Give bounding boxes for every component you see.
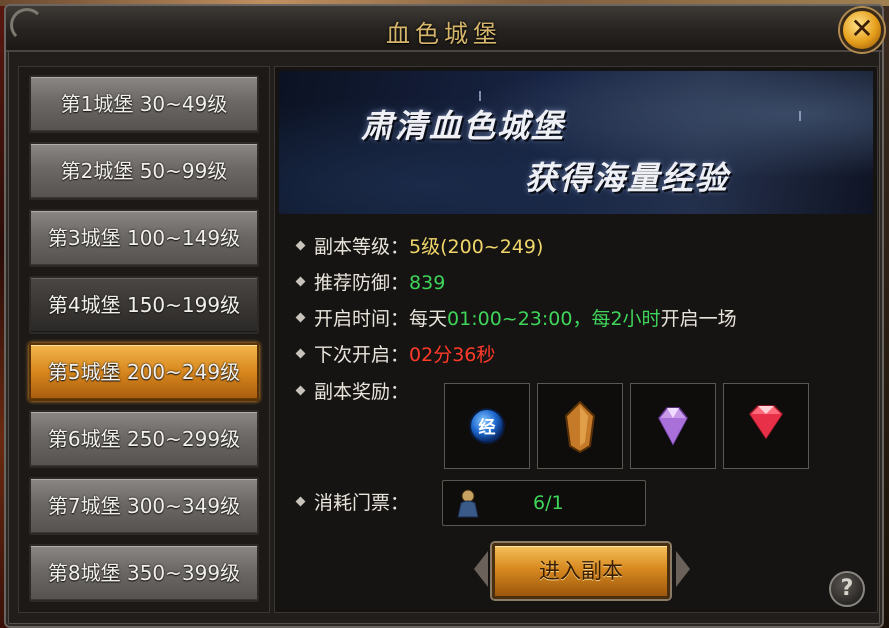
exp-orb-icon: 经 <box>469 408 505 444</box>
enter-deco-left <box>474 551 488 587</box>
open-time-interval: 每2小时 <box>591 308 661 330</box>
next-open-label: 下次开启： <box>314 344 410 366</box>
castle-tab-3[interactable]: 第3城堡 100~149级 <box>29 209 259 267</box>
ticket-cost-label: 消耗门票： <box>314 492 410 514</box>
castle-tab-8[interactable]: 第8城堡 350~399级 <box>29 544 259 602</box>
purple-gem-icon <box>658 407 688 446</box>
bullet-icon <box>295 240 306 251</box>
window-title: 血色城堡 <box>386 20 502 48</box>
castle-banner: 肃清血色城堡 获得海量经验 <box>279 71 873 214</box>
help-button[interactable]: ? <box>829 571 865 607</box>
red-gem-icon <box>749 405 783 440</box>
recommended-defense-label: 推荐防御： <box>314 272 410 294</box>
ticket-figure-icon[interactable] <box>455 488 481 518</box>
castle-tab-1[interactable]: 第1城堡 30~49级 <box>29 75 259 133</box>
ticket-cost-box: 6/1 <box>442 480 646 526</box>
amber-crystal-icon <box>564 400 596 454</box>
bullet-icon <box>295 348 306 359</box>
close-icon: ✕ <box>850 12 874 45</box>
reward-slot-2[interactable] <box>537 383 623 469</box>
recommended-defense-value: 839 <box>409 272 446 294</box>
open-time-daily: 每天 <box>409 308 448 330</box>
next-open-row: 下次开启：02分36秒 <box>295 340 496 370</box>
castle-detail-panel: 肃清血色城堡 获得海量经验 副本等级：5级(200~249) 推荐防御：839 … <box>274 66 878 613</box>
castle-tab-2[interactable]: 第2城堡 50~99级 <box>29 142 259 200</box>
banner-subline: 获得海量经验 <box>525 159 730 197</box>
castle-tab-5[interactable]: 第5城堡 200~249级 <box>29 343 259 401</box>
reward-slot-1[interactable]: 经 <box>444 383 530 469</box>
castle-tab-7[interactable]: 第7城堡 300~349级 <box>29 477 259 535</box>
bullet-icon <box>295 496 306 507</box>
open-time-range: 01:00~23:00， <box>447 308 592 330</box>
castle-window: 血色城堡 ✕ 第1城堡 30~49级 第2城堡 50~99级 第3城堡 100~… <box>4 4 884 628</box>
exp-orb-glyph: 经 <box>479 417 496 438</box>
ticket-cost-row: 消耗门票： <box>295 488 410 518</box>
dungeon-level-row: 副本等级：5级(200~249) <box>295 232 544 262</box>
open-time-label: 开启时间： <box>314 308 410 330</box>
castle-tab-6[interactable]: 第6城堡 250~299级 <box>29 410 259 468</box>
reward-slot-3[interactable] <box>630 383 716 469</box>
bullet-icon <box>295 385 306 396</box>
open-time-suffix: 开启一场 <box>660 308 737 330</box>
bullet-icon <box>295 276 306 287</box>
reward-slot-4[interactable] <box>723 383 809 469</box>
rewards-row: 副本奖励： <box>295 377 410 407</box>
enter-deco-right <box>676 551 690 587</box>
bullet-icon <box>295 312 306 323</box>
close-button[interactable]: ✕ <box>840 8 884 52</box>
rewards-label: 副本奖励： <box>314 381 410 403</box>
open-time-row: 开启时间：每天01:00~23:00，每2小时开启一场 <box>295 304 737 334</box>
banner-sparkle <box>479 91 481 101</box>
enter-dungeon-button[interactable]: 进入副本 <box>492 543 670 599</box>
dungeon-level-label: 副本等级： <box>314 236 410 258</box>
next-open-countdown: 02分36秒 <box>409 344 496 366</box>
banner-sparkle <box>799 111 801 121</box>
recommended-defense-row: 推荐防御：839 <box>295 268 446 298</box>
banner-headline: 肃清血色城堡 <box>361 107 566 145</box>
castle-tab-4[interactable]: 第4城堡 150~199级 <box>29 276 259 334</box>
dungeon-level-value: 5级(200~249) <box>409 236 544 258</box>
help-icon: ? <box>840 576 854 601</box>
ticket-count: 6/1 <box>533 492 564 514</box>
castle-list: 第1城堡 30~49级 第2城堡 50~99级 第3城堡 100~149级 第4… <box>18 66 270 613</box>
title-bar[interactable]: 血色城堡 ✕ <box>6 6 884 52</box>
